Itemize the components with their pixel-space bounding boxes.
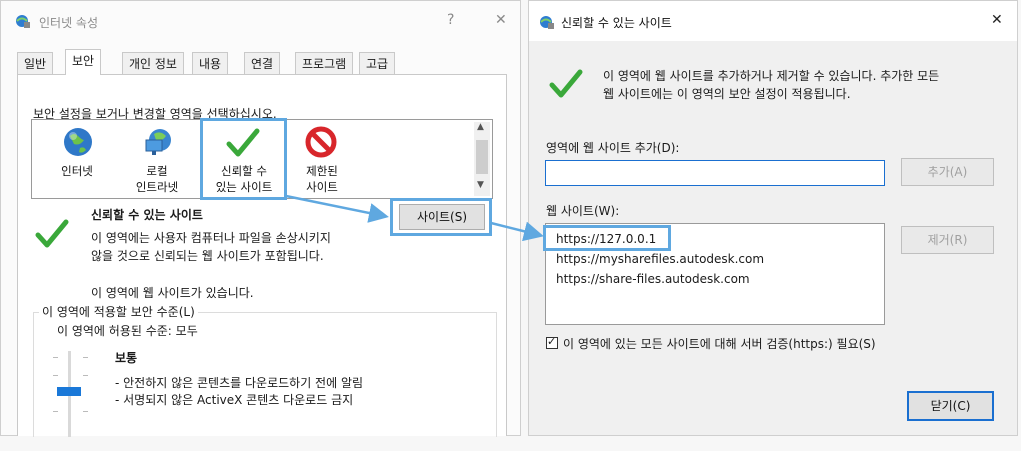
arrow-zone-to-sites-button — [285, 194, 389, 223]
callout-arrows — [285, 194, 544, 242]
tab-security[interactable]: 보안 — [65, 49, 102, 75]
arrow-sites-button-to-list — [490, 221, 544, 242]
